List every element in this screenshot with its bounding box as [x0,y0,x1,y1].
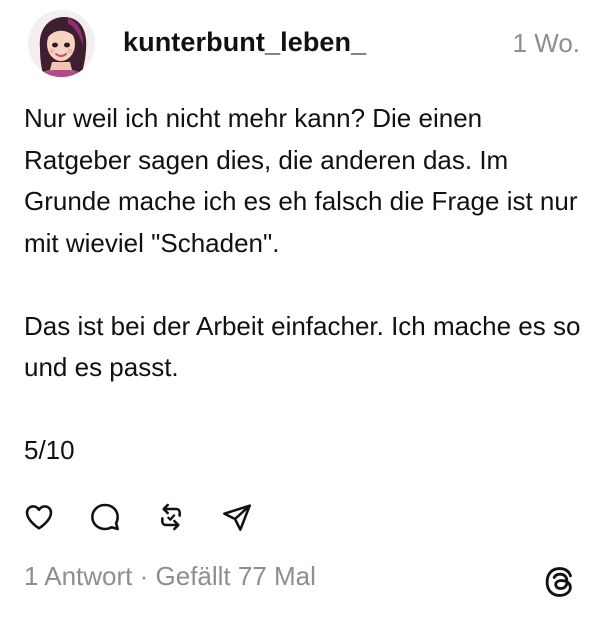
post-actions [22,499,254,535]
author-username[interactable]: kunterbunt_leben_ [123,27,366,58]
threads-logo-icon[interactable] [542,565,576,599]
post-body: Nur weil ich nicht mehr kann? Die einen … [24,98,584,472]
post-paragraph: Nur weil ich nicht mehr kann? Die einen … [24,103,578,258]
repost-icon [161,503,181,531]
profile-avatar-icon [28,10,95,77]
comment-icon [91,503,119,531]
share-button[interactable] [220,500,254,534]
post-stats: 1 Antwort · Gefällt 77 Mal [24,561,316,592]
post-paragraph: Das ist bei der Arbeit einfacher. Ich ma… [24,310,581,383]
send-icon [223,504,251,531]
stats-separator: · [132,561,156,591]
like-button[interactable] [22,500,56,534]
likes-count-link[interactable]: Gefällt 77 Mal [156,561,316,591]
replies-count-link[interactable]: 1 Antwort [24,561,132,591]
heart-icon [25,505,53,530]
post-paragraph: 5/10 [24,435,75,465]
avatar[interactable] [28,10,95,77]
repost-button[interactable] [154,500,188,534]
post-timestamp: 1 Wo. [512,28,580,58]
reply-button[interactable] [88,500,122,534]
